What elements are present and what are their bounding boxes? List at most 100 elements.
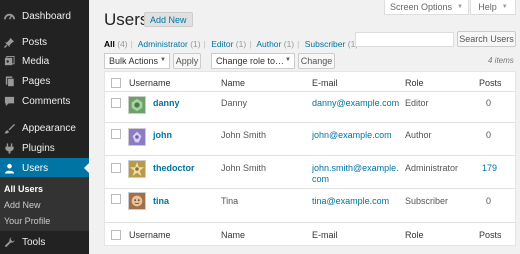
- caret-down-icon: ▼: [501, 4, 508, 10]
- post-count: 0: [486, 196, 492, 206]
- menu-label-pages: Pages: [22, 75, 51, 87]
- filter-separator: |: [203, 39, 206, 49]
- menu-item-appearance[interactable]: Appearance: [0, 118, 89, 138]
- username-link[interactable]: thedoctor: [153, 163, 195, 173]
- filter-author[interactable]: Author: [256, 39, 281, 49]
- dropdown-arrow-icon: ▼: [285, 57, 291, 63]
- user-name: John Smith: [221, 130, 267, 140]
- submenu-all-users[interactable]: All Users: [4, 184, 43, 194]
- filter-separator: |: [297, 39, 300, 49]
- row-checkbox[interactable]: [111, 129, 121, 139]
- menu-item-dashboard[interactable]: Dashboard: [0, 6, 89, 26]
- column-header-name[interactable]: Name: [221, 78, 245, 88]
- filter-all-count: (4): [117, 39, 128, 49]
- bulk-actions-select[interactable]: Bulk Actions ▼: [104, 53, 170, 69]
- filter-subscriber[interactable]: Subscriber: [305, 39, 346, 49]
- paintbrush-icon: [4, 123, 15, 133]
- user-name: Tina: [221, 196, 239, 206]
- filter-separator: |: [130, 39, 133, 49]
- post-count-link[interactable]: 179: [482, 163, 497, 173]
- filter-author-count: (1): [283, 39, 295, 49]
- menu-item-users[interactable]: Users: [0, 158, 89, 178]
- help-tab[interactable]: Help ▼: [470, 0, 516, 15]
- select-all-checkbox-footer[interactable]: [111, 230, 121, 240]
- table-divider: [105, 91, 515, 92]
- search-users-button[interactable]: Search Users: [457, 31, 516, 47]
- row-checkbox[interactable]: [111, 194, 121, 204]
- menu-label-users: Users: [22, 162, 49, 174]
- email-link-continued[interactable]: com: [312, 174, 329, 184]
- change-role-value: Change role to…: [216, 56, 285, 66]
- dashboard-icon: [4, 13, 15, 20]
- media-icon: [4, 55, 15, 65]
- search-input[interactable]: [355, 32, 454, 47]
- caret-down-icon: ▼: [457, 4, 463, 10]
- add-new-button[interactable]: Add New: [144, 12, 193, 27]
- change-button[interactable]: Change: [298, 53, 335, 69]
- menu-label-tools: Tools: [22, 236, 46, 248]
- email-link[interactable]: john.smith@example.: [312, 163, 399, 173]
- avatar: [128, 96, 146, 114]
- table-divider: [105, 155, 515, 156]
- column-footer-email[interactable]: E-mail: [312, 230, 338, 240]
- menu-label-comments: Comments: [22, 95, 71, 107]
- comments-icon: [4, 96, 15, 106]
- row-checkbox[interactable]: [111, 163, 121, 173]
- email-link[interactable]: danny@example.com: [312, 98, 399, 108]
- column-footer-posts[interactable]: Posts: [479, 230, 502, 240]
- username-link[interactable]: tina: [153, 196, 169, 206]
- items-count: 4 items: [488, 56, 514, 65]
- table-divider: [105, 122, 515, 123]
- screen-options-tab[interactable]: Screen Options ▼: [384, 0, 469, 15]
- apply-button[interactable]: Apply: [173, 53, 201, 69]
- users-icon: [4, 163, 15, 174]
- menu-label-appearance: Appearance: [22, 122, 76, 134]
- user-role: Administrator: [405, 163, 459, 173]
- menu-item-posts[interactable]: Posts: [0, 32, 89, 52]
- email-link[interactable]: tina@example.com: [312, 196, 389, 206]
- submenu-your-profile[interactable]: Your Profile: [4, 216, 50, 226]
- admin-sidebar: Dashboard Posts Media Pages Comments App…: [0, 0, 89, 254]
- help-label: Help: [478, 2, 497, 12]
- user-role: Subscriber: [405, 196, 449, 206]
- filter-all[interactable]: All: [104, 39, 115, 49]
- column-footer-name[interactable]: Name: [221, 230, 245, 240]
- username-link[interactable]: danny: [153, 98, 180, 108]
- select-all-checkbox[interactable]: [111, 78, 121, 88]
- filter-separator: |: [249, 39, 252, 49]
- menu-label-media: Media: [22, 55, 50, 67]
- column-header-email[interactable]: E-mail: [312, 78, 338, 88]
- user-name: Danny: [221, 98, 248, 108]
- users-table: Username Name E-mail Role Posts danny Da…: [104, 71, 516, 246]
- change-role-select[interactable]: Change role to… ▼: [211, 53, 295, 69]
- menu-item-pages[interactable]: Pages: [0, 71, 89, 91]
- menu-label-posts: Posts: [22, 36, 48, 48]
- table-divider: [105, 188, 515, 189]
- table-divider: [105, 222, 515, 223]
- pushpin-icon: [4, 37, 15, 48]
- pages-icon: [5, 75, 15, 87]
- menu-item-plugins[interactable]: Plugins: [0, 138, 89, 158]
- username-link[interactable]: john: [153, 130, 172, 140]
- column-footer-username[interactable]: Username: [129, 230, 171, 240]
- user-role: Editor: [405, 98, 429, 108]
- submenu-add-new[interactable]: Add New: [4, 200, 41, 210]
- column-header-posts[interactable]: Posts: [479, 78, 502, 88]
- column-header-username[interactable]: Username: [129, 78, 171, 88]
- email-link[interactable]: john@example.com: [312, 130, 392, 140]
- post-count: 0: [486, 98, 492, 108]
- row-checkbox[interactable]: [111, 98, 121, 108]
- filter-editor[interactable]: Editor: [211, 39, 233, 49]
- user-role: Author: [405, 130, 432, 140]
- users-submenu: All Users Add New Your Profile: [0, 177, 89, 231]
- user-name: John Smith: [221, 163, 267, 173]
- menu-label-plugins: Plugins: [22, 142, 55, 154]
- avatar: [128, 128, 146, 146]
- menu-item-comments[interactable]: Comments: [0, 91, 89, 111]
- menu-label-dashboard: Dashboard: [22, 10, 71, 22]
- filter-administrator[interactable]: Administrator: [138, 39, 188, 49]
- menu-item-media[interactable]: Media: [0, 51, 89, 71]
- menu-item-tools[interactable]: Tools: [0, 232, 89, 252]
- wrench-icon: [4, 236, 15, 247]
- post-count: 0: [486, 130, 492, 140]
